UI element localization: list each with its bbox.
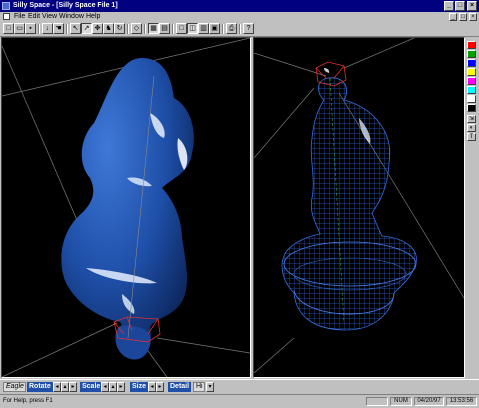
status-time: 13:53:56 [446,397,477,406]
open-file-icon[interactable]: ▭ [14,23,25,34]
app-icon[interactable] [2,2,10,10]
grid-icon[interactable]: ▦ [148,23,159,34]
perspective-line [343,38,415,69]
size-up-button[interactable]: ▸ [156,382,164,392]
rotate-right-button[interactable]: ▸ [69,382,77,392]
toolbar-separator [144,24,146,34]
size-label: Size [130,382,149,392]
doc-close-button[interactable]: × [469,13,477,21]
close-button[interactable]: × [467,1,477,11]
viewport-wireframe[interactable] [253,37,465,378]
rotate-label: Rotate [27,382,53,392]
scale-reset-button[interactable]: ▴ [109,382,117,392]
color-palette: ⇲ ◐ T [465,37,478,378]
menu-file[interactable]: File [14,12,25,22]
pointer-icon[interactable]: ↗ [81,23,92,34]
specular-highlight [324,68,330,73]
quad-view-icon[interactable]: ▥ [198,23,209,34]
scale-label: Scale [80,382,103,392]
detail-value[interactable]: Hi [193,382,205,392]
fit-view-icon[interactable]: ▣ [209,23,220,34]
view-toggle-icon[interactable]: ◇ [131,23,142,34]
detail-dropdown-button[interactable]: ▾ [206,382,214,392]
toolbar-separator [66,24,68,34]
status-panel-empty [366,397,388,406]
control-bar: Eagle Rotate ◂ ▴ ▸ Scale ◂ ▴ ▸ Size ◂ ▸ … [0,379,479,394]
doc-restore-button[interactable]: □ [459,13,467,21]
help-icon[interactable]: ? [243,23,254,34]
main-window: Silly Space - [Silly Space File 1] _ □ ×… [0,0,479,408]
status-date: 04/20/97 [414,397,444,406]
rotate-left-button[interactable]: ◂ [53,382,61,392]
walk-icon[interactable]: ♞ [103,23,114,34]
status-num: NUM [390,397,412,406]
color-swatch-red[interactable] [467,41,476,49]
menu-bar: File Edit View Window Help _ □ × [0,12,479,22]
single-view-icon[interactable]: □ [176,23,187,34]
toolbar-separator [239,24,241,34]
menu-help[interactable]: Help [86,12,100,22]
wireframe-model-canvas[interactable] [254,38,464,377]
fly-icon[interactable]: ✥ [92,23,103,34]
maximize-button[interactable]: □ [455,1,465,11]
window-title: Silly Space - [Silly Space File 1] [13,2,118,9]
status-bar: For Help, press F1 NUM 04/20/97 13:53:56 [0,394,479,408]
color-swatch-green[interactable] [467,50,476,58]
menu-view[interactable]: View [42,12,57,22]
shaded-model-canvas[interactable] [2,38,250,377]
color-swatch-yellow[interactable] [467,68,476,76]
toolbar-separator [172,24,174,34]
scale-down-button[interactable]: ◂ [101,382,109,392]
run-icon[interactable]: ↓ [42,23,53,34]
wireframe-icon[interactable]: ▤ [159,23,170,34]
text-tool-icon[interactable]: T [467,133,476,141]
color-swatch-white[interactable] [467,95,476,103]
document-icon[interactable] [3,13,10,20]
menu-window[interactable]: Window [59,12,84,22]
resize-tool-icon[interactable]: ⇲ [467,115,476,123]
toolbar-separator [222,24,224,34]
detail-label: Detail [168,382,192,392]
perspective-line [2,322,118,377]
toolbar: □ ▭ ▪ ↓ ☚ ↖ ↗ ✥ ♞ ↻ ◇ ▦ ▤ □ ◫ ▥ ▣ ⎙ ? [0,22,479,37]
select-arrow-icon[interactable]: ↖ [70,23,81,34]
scale-up-button[interactable]: ▸ [117,382,125,392]
title-bar: Silly Space - [Silly Space File 1] _ □ × [0,0,479,12]
perspective-line [254,52,327,77]
mode-field[interactable]: Eagle [3,382,26,392]
viewport-shaded[interactable] [1,37,251,378]
shaded-blob [61,58,194,358]
perspective-line [254,87,315,159]
split-view-icon[interactable]: ◫ [187,23,198,34]
color-swatch-magenta[interactable] [467,77,476,85]
status-message: For Help, press F1 [3,398,53,404]
wireframe-mesh [281,77,417,331]
menu-edit[interactable]: Edit [28,12,40,22]
toolbar-separator [38,24,40,34]
color-swatch-black[interactable] [467,104,476,112]
toolbar-separator [127,24,129,34]
print-icon[interactable]: ⎙ [226,23,237,34]
hand-icon[interactable]: ☚ [53,23,64,34]
shade-tool-icon[interactable]: ◐ [467,124,476,132]
color-swatch-blue[interactable] [467,59,476,67]
rotate-icon[interactable]: ↻ [114,23,125,34]
perspective-line [156,337,250,354]
color-swatch-cyan[interactable] [467,86,476,94]
perspective-line [254,337,295,374]
new-file-icon[interactable]: □ [3,23,14,34]
size-down-button[interactable]: ◂ [148,382,156,392]
rotate-up-button[interactable]: ▴ [61,382,69,392]
doc-minimize-button[interactable]: _ [449,13,457,21]
minimize-button[interactable]: _ [444,1,454,11]
save-icon[interactable]: ▪ [25,23,36,34]
